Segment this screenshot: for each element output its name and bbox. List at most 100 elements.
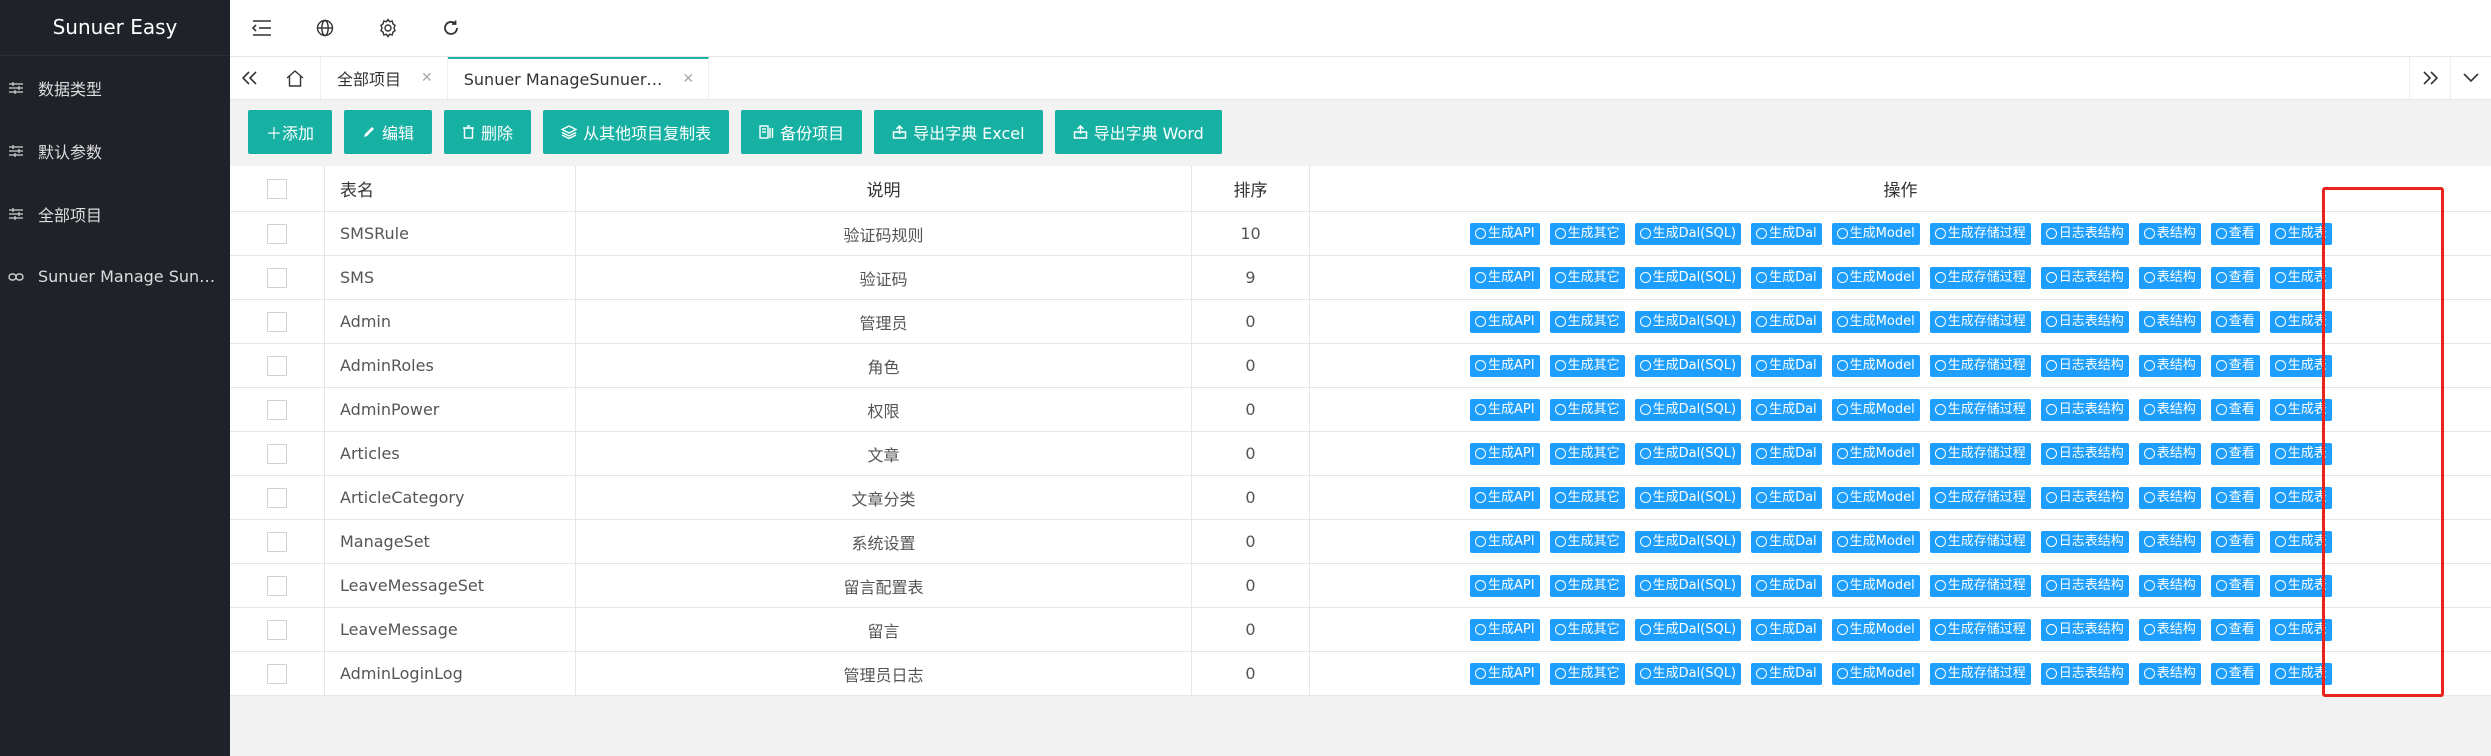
action-button[interactable]: 生成Dal [1751,222,1822,245]
action-button[interactable]: 生成其它 [1549,574,1625,597]
action-button[interactable]: 日志表结构 [2040,618,2129,641]
action-button[interactable]: 生成表 [2269,266,2332,289]
action-button[interactable]: 生成存储过程 [1929,310,2031,333]
copy-from-project-button[interactable]: 从其他项目复制表 [543,110,730,154]
action-button[interactable]: 查看 [2210,574,2260,597]
action-button[interactable]: 生成Dal(SQL) [1634,310,1742,333]
action-button[interactable]: 生成API [1470,574,1540,597]
action-button[interactable]: 生成表 [2269,442,2332,465]
action-button[interactable]: 生成Model [1831,530,1920,553]
action-button[interactable]: 生成存储过程 [1929,574,2031,597]
action-button[interactable]: 生成其它 [1549,530,1625,553]
row-checkbox[interactable] [267,443,287,464]
action-button[interactable]: 日志表结构 [2040,574,2129,597]
action-button[interactable]: 查看 [2210,266,2260,289]
action-button[interactable]: 查看 [2210,310,2260,333]
action-button[interactable]: 表结构 [2138,266,2201,289]
action-button[interactable]: 生成API [1470,354,1540,377]
action-button[interactable]: 表结构 [2138,618,2201,641]
export-word-button[interactable]: 导出字典 Word [1054,110,1222,154]
sidebar-item[interactable]: 全部项目 [0,182,230,245]
row-checkbox[interactable] [267,487,287,508]
action-button[interactable]: 生成Model [1831,574,1920,597]
action-button[interactable]: 生成表 [2269,354,2332,377]
action-button[interactable]: 日志表结构 [2040,310,2129,333]
home-tab[interactable] [270,57,321,99]
action-button[interactable]: 生成Model [1831,354,1920,377]
row-checkbox[interactable] [267,399,287,420]
action-button[interactable]: 生成Dal [1751,354,1822,377]
action-button[interactable]: 生成其它 [1549,662,1625,685]
action-button[interactable]: 表结构 [2138,354,2201,377]
action-button[interactable]: 生成Dal [1751,662,1822,685]
action-button[interactable]: 生成Dal(SQL) [1634,266,1742,289]
sidebar-item[interactable]: 数据类型 [0,56,230,119]
action-button[interactable]: 生成API [1470,266,1540,289]
action-button[interactable]: 日志表结构 [2040,486,2129,509]
action-button[interactable]: 生成Dal(SQL) [1634,618,1742,641]
action-button[interactable]: 生成存储过程 [1929,266,2031,289]
action-button[interactable]: 生成其它 [1549,442,1625,465]
action-button[interactable]: 查看 [2210,398,2260,421]
delete-button[interactable]: 删除 [444,110,532,154]
action-button[interactable]: 生成其它 [1549,618,1625,641]
action-button[interactable]: 生成表 [2269,310,2332,333]
action-button[interactable]: 生成存储过程 [1929,486,2031,509]
action-button[interactable]: 表结构 [2138,310,2201,333]
action-button[interactable]: 生成Model [1831,310,1920,333]
action-button[interactable]: 表结构 [2138,662,2201,685]
action-button[interactable]: 日志表结构 [2040,354,2129,377]
tabs-scroll-right-button[interactable] [2409,57,2450,99]
globe-button[interactable] [293,0,356,56]
action-button[interactable]: 生成Dal(SQL) [1634,354,1742,377]
action-button[interactable]: 生成Model [1831,486,1920,509]
row-checkbox[interactable] [267,663,287,684]
action-button[interactable]: 生成Dal [1751,486,1822,509]
action-button[interactable]: 查看 [2210,662,2260,685]
action-button[interactable]: 查看 [2210,486,2260,509]
settings-button[interactable] [356,0,419,56]
action-button[interactable]: 生成其它 [1549,398,1625,421]
action-button[interactable]: 查看 [2210,222,2260,245]
row-checkbox[interactable] [267,575,287,596]
action-button[interactable]: 生成Dal(SQL) [1634,574,1742,597]
action-button[interactable]: 生成API [1470,442,1540,465]
tab-all-projects[interactable]: 全部项目 ✕ [321,57,448,99]
action-button[interactable]: 生成Dal [1751,398,1822,421]
tab-sunuer-manage[interactable]: Sunuer ManageSunuer… ✕ [447,57,710,99]
action-button[interactable]: 生成Model [1831,662,1920,685]
action-button[interactable]: 生成Model [1831,618,1920,641]
action-button[interactable]: 生成表 [2269,662,2332,685]
action-button[interactable]: 生成API [1470,662,1540,685]
action-button[interactable]: 生成其它 [1549,486,1625,509]
row-checkbox[interactable] [267,355,287,376]
add-button[interactable]: ＋添加 [248,110,333,154]
sidebar-item[interactable]: Sunuer Manage Sun… [0,245,230,308]
row-checkbox[interactable] [267,619,287,640]
tabs-scroll-left-button[interactable] [230,57,270,99]
menu-toggle-button[interactable] [230,0,293,56]
action-button[interactable]: 生成表 [2269,574,2332,597]
action-button[interactable]: 生成其它 [1549,310,1625,333]
action-button[interactable]: 生成Model [1831,266,1920,289]
action-button[interactable]: 日志表结构 [2040,398,2129,421]
row-checkbox[interactable] [267,267,287,288]
action-button[interactable]: 生成其它 [1549,222,1625,245]
action-button[interactable]: 生成Model [1831,442,1920,465]
action-button[interactable]: 生成Dal(SQL) [1634,486,1742,509]
action-button[interactable]: 查看 [2210,354,2260,377]
action-button[interactable]: 日志表结构 [2040,442,2129,465]
row-checkbox[interactable] [267,223,287,244]
action-button[interactable]: 生成表 [2269,486,2332,509]
action-button[interactable]: 生成Dal [1751,618,1822,641]
action-button[interactable]: 生成Dal(SQL) [1634,398,1742,421]
action-button[interactable]: 生成Dal [1751,574,1822,597]
action-button[interactable]: 日志表结构 [2040,222,2129,245]
action-button[interactable]: 生成Model [1831,222,1920,245]
action-button[interactable]: 生成存储过程 [1929,662,2031,685]
refresh-button[interactable] [419,0,482,56]
edit-button[interactable]: 编辑 [344,110,433,154]
action-button[interactable]: 表结构 [2138,530,2201,553]
action-button[interactable]: 生成存储过程 [1929,222,2031,245]
action-button[interactable]: 生成Dal [1751,266,1822,289]
